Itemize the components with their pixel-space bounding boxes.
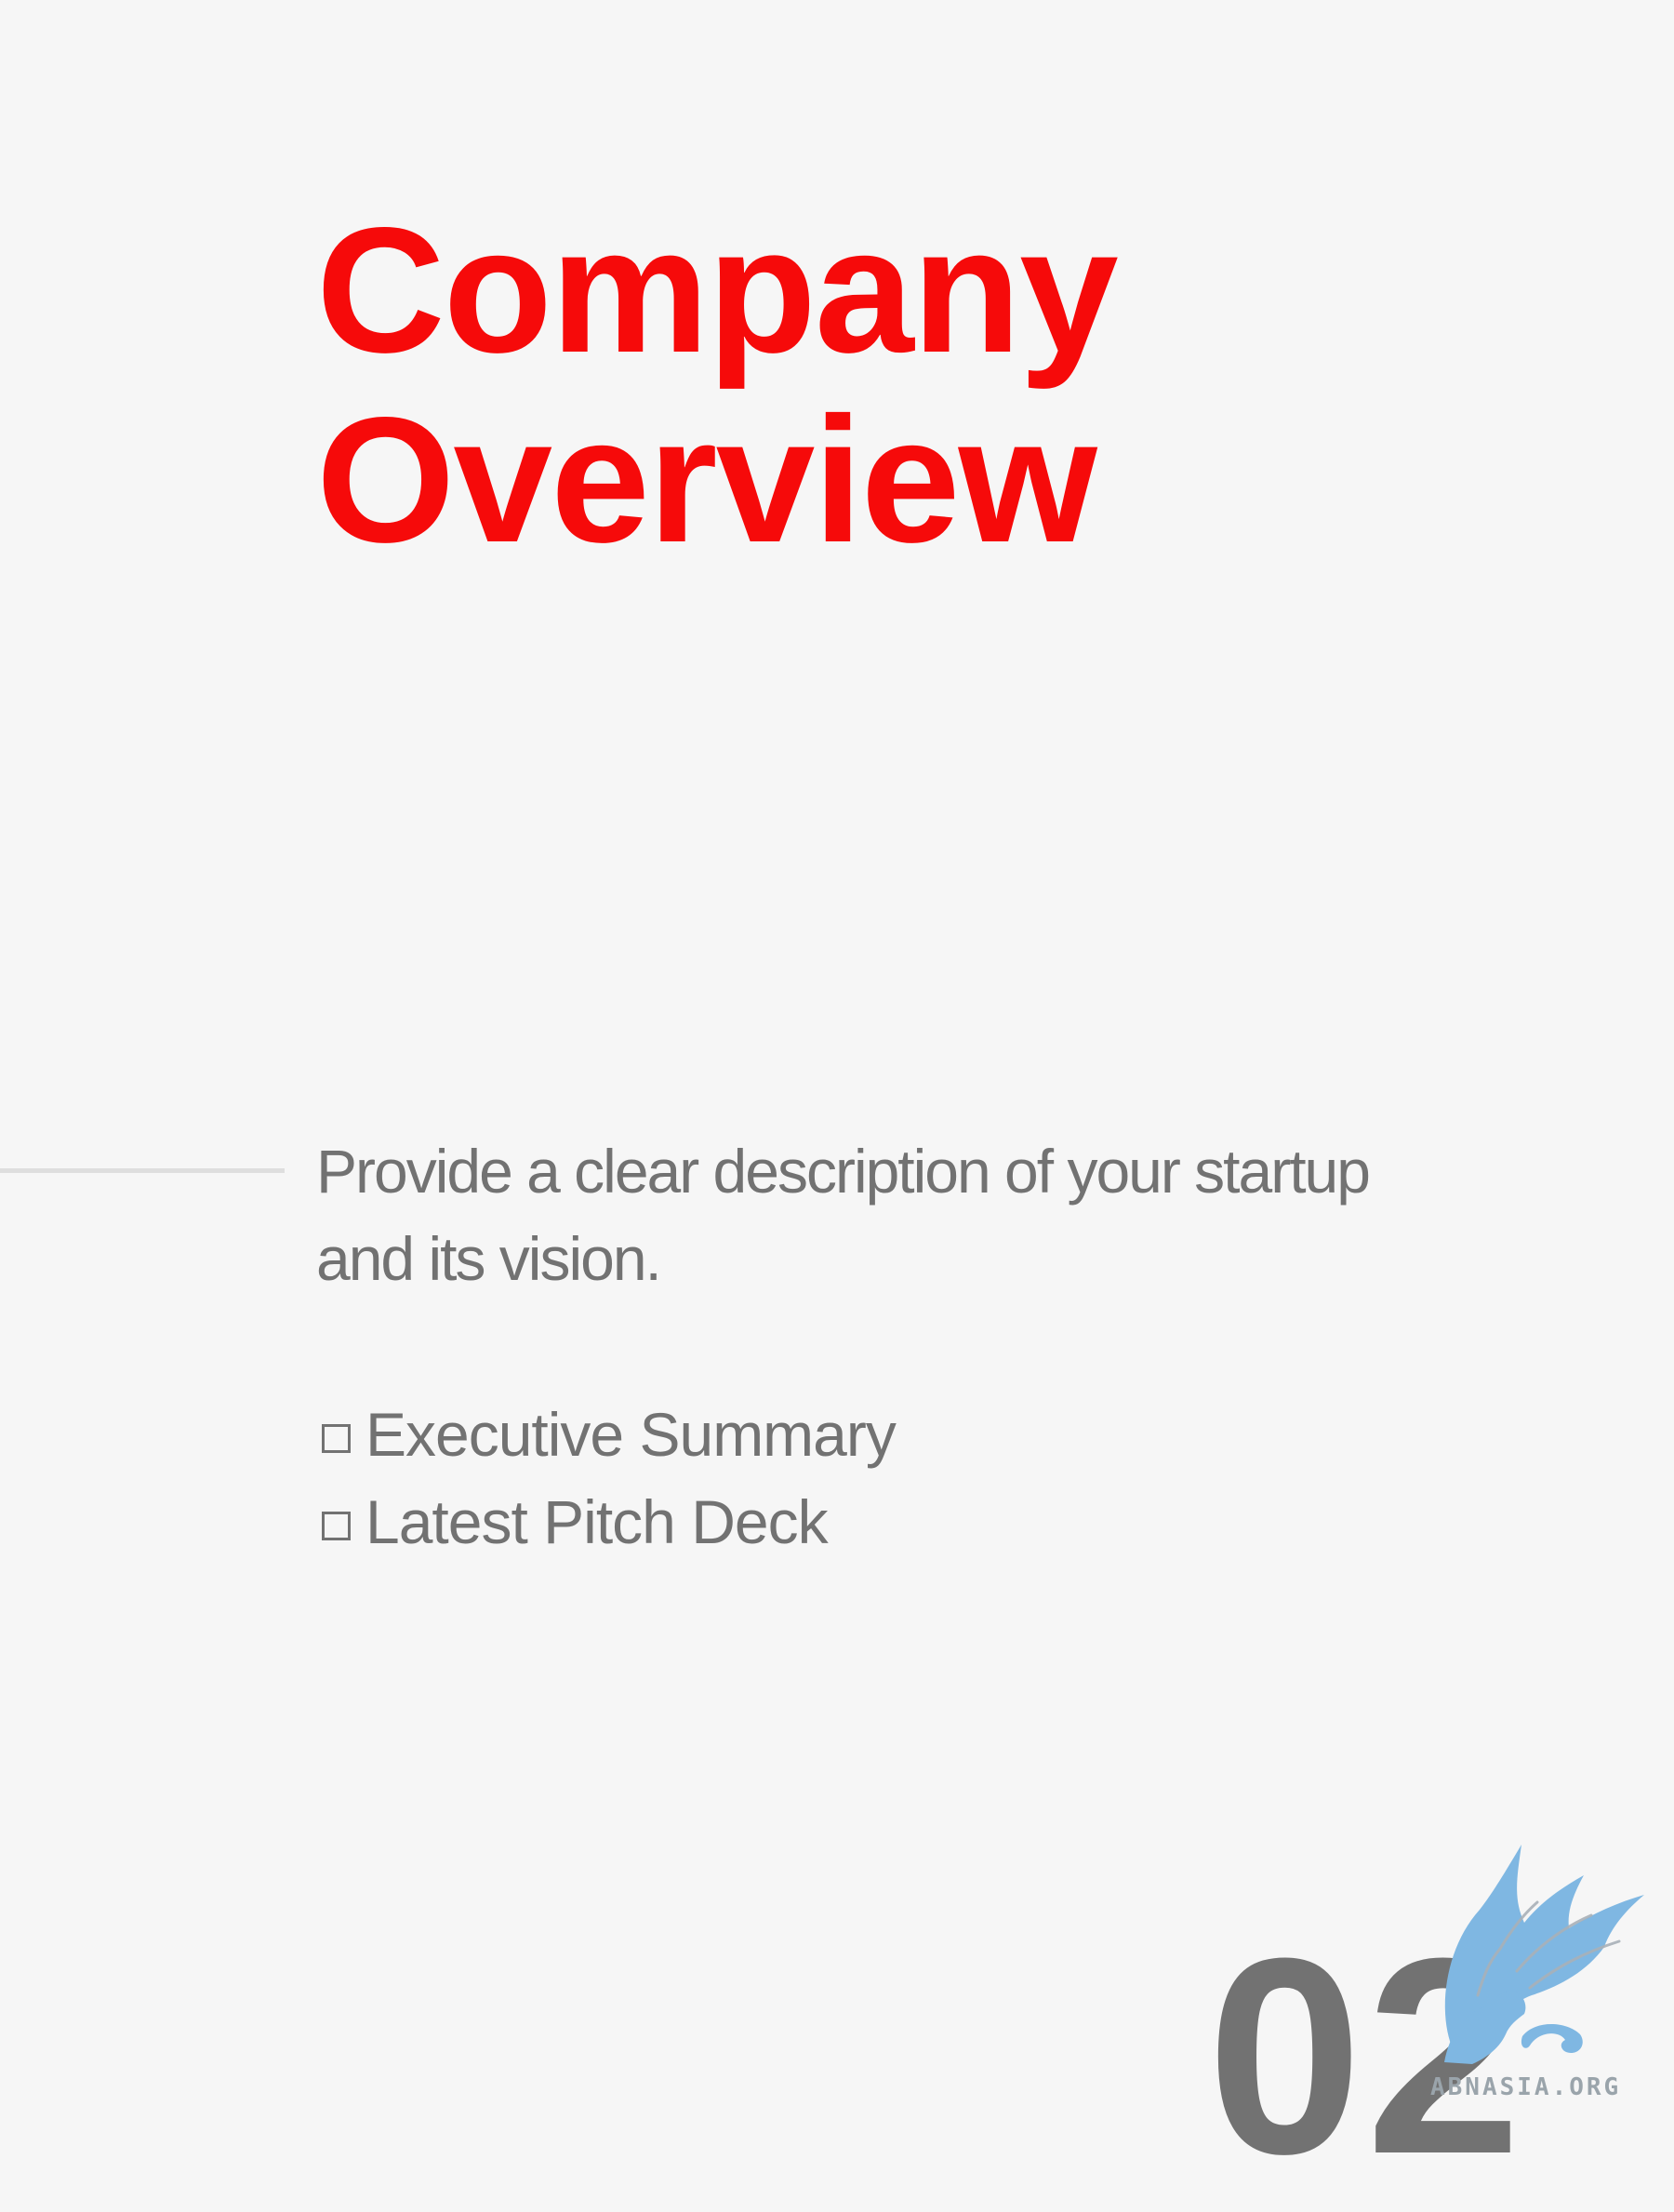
slide: { "slide": { "title_lines": ["Company", … — [0, 0, 1674, 2195]
checkbox-icon[interactable] — [322, 1423, 351, 1453]
checklist-item[interactable]: Latest Pitch Deck — [316, 1478, 896, 1566]
slide-title-line-1: Company — [316, 190, 1119, 390]
divider-line — [0, 1168, 285, 1173]
slide-description: Provide a clear description of your star… — [316, 1137, 1371, 1293]
checklist-item-label: Latest Pitch Deck — [365, 1487, 829, 1556]
checklist-item[interactable]: Executive Summary — [316, 1391, 897, 1478]
checklist-item-label: Executive Summary — [365, 1400, 897, 1469]
griffin-logo-icon — [1428, 1837, 1674, 2093]
watermark-text: ABNASIA.ORG — [1430, 2073, 1622, 2101]
checkbox-icon[interactable] — [322, 1511, 351, 1540]
slide-title-line-2: Overview — [316, 380, 1097, 580]
checklist: Executive Summary Latest Pitch Deck — [316, 1391, 897, 1566]
slide-title: Company Overview — [316, 190, 1119, 580]
